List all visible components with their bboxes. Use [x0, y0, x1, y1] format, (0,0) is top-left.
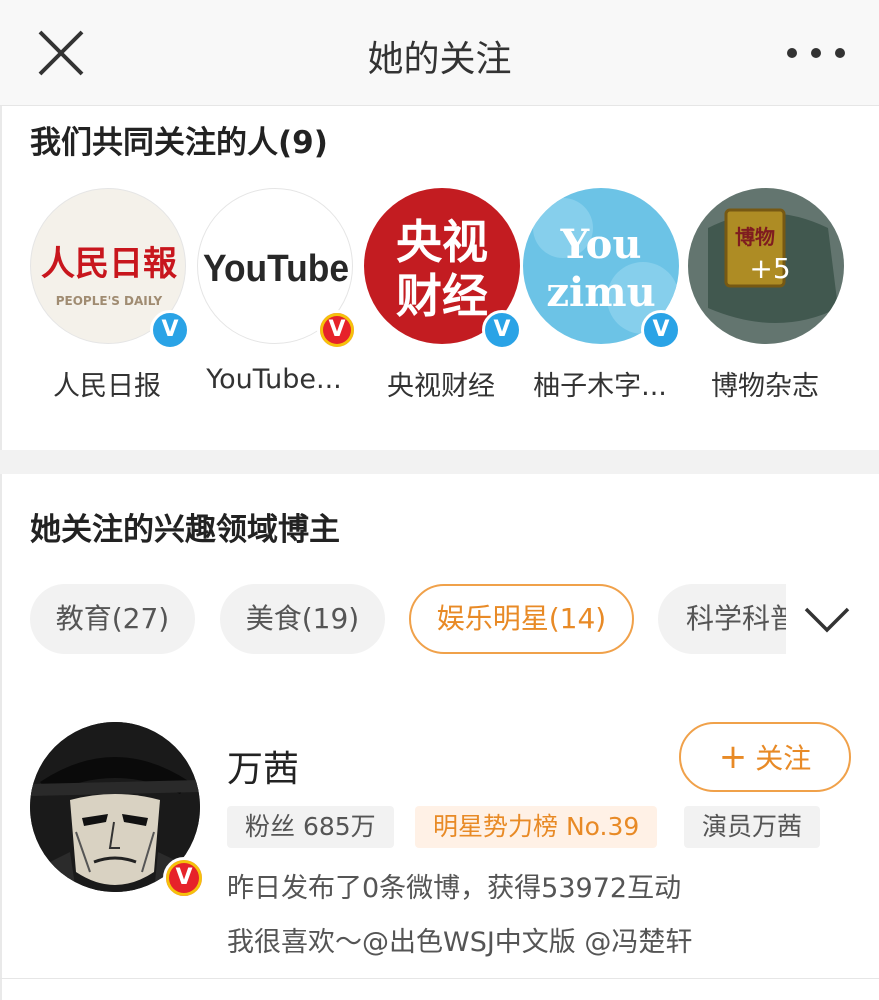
page-title: 她的关注	[367, 39, 512, 80]
mutual-follow-item[interactable]: YouTube V YouTube...	[189, 188, 359, 403]
mutual-follow-item[interactable]: 博物 +5 博物杂志	[680, 188, 850, 403]
mutual-follow-name: 人民日报	[53, 371, 161, 402]
follow-label: 关注	[755, 742, 812, 775]
follow-button[interactable]: + 关注	[679, 722, 851, 792]
mutual-follow-name: YouTube...	[206, 364, 342, 395]
mutual-follows-title: 我们共同关注的人(9)	[30, 125, 328, 161]
svg-text:财经: 财经	[396, 269, 488, 323]
verified-badge-icon: V	[317, 310, 357, 350]
recommend-reason: 我很喜欢～@出色WSJ中文版 @冯楚轩	[227, 927, 693, 958]
star-rank-tag[interactable]: 明星势力榜 No.39	[415, 806, 658, 848]
more-count: +5	[749, 252, 790, 285]
chip-entertainment[interactable]: 娱乐明星(14)	[409, 584, 634, 654]
section-divider	[0, 450, 879, 474]
svg-text:人民日報: 人民日報	[41, 244, 177, 284]
fans-count-tag: 粉丝 685万	[227, 806, 394, 848]
svg-text:PEOPLE'S DAILY: PEOPLE'S DAILY	[56, 294, 163, 308]
svg-text:央视: 央视	[396, 215, 488, 269]
top-bar: 她的关注	[0, 0, 879, 106]
mutual-follow-item[interactable]: 央视 财经 V 央视财经	[356, 188, 526, 403]
interest-section-title: 她关注的兴趣领域博主	[30, 512, 340, 548]
plus-icon: +	[718, 737, 748, 777]
mutual-follow-item[interactable]: You zimu V 柚子木字...	[515, 188, 685, 403]
mutual-follow-name: 博物杂志	[711, 371, 819, 402]
verified-badge-icon: V	[641, 310, 681, 350]
role-tag: 演员万茜	[684, 806, 821, 848]
bowu-magazine-logo: 博物 +5	[688, 188, 844, 344]
verified-badge-icon: V	[150, 310, 190, 350]
avatar: 博物 +5	[688, 188, 844, 344]
chevron-down-icon[interactable]	[802, 594, 852, 644]
mutual-follow-item[interactable]: 人民日報 PEOPLE'S DAILY V 人民日报	[22, 188, 192, 403]
mutual-follow-name: 柚子木字...	[533, 371, 667, 402]
mutual-follow-name: 央视财经	[387, 371, 495, 402]
mutual-follows-list: 人民日報 PEOPLE'S DAILY V 人民日报 YouTube V You…	[0, 188, 879, 403]
svg-text:You: You	[560, 221, 642, 268]
category-chips: 教育(27) 美食(19) 娱乐明星(14) 科学科普	[0, 584, 879, 654]
chip-education[interactable]: 教育(27)	[30, 584, 195, 654]
user-name[interactable]: 万茜	[227, 740, 299, 792]
svg-text:zimu: zimu	[546, 269, 655, 316]
list-divider	[0, 978, 879, 979]
activity-description: 昨日发布了0条微博，获得53972互动	[227, 873, 682, 904]
verified-badge-icon: V	[163, 857, 205, 899]
chip-food[interactable]: 美食(19)	[220, 584, 385, 654]
more-options-icon[interactable]	[783, 38, 849, 68]
